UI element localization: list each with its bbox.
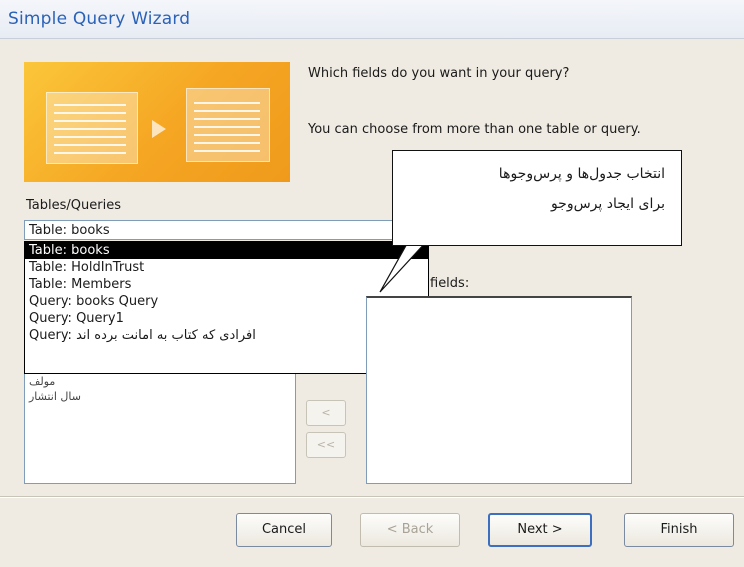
selected-fields-label: fields: xyxy=(430,276,470,291)
remove-one-button[interactable]: < xyxy=(306,400,346,426)
back-button[interactable]: < Back xyxy=(360,513,460,547)
wizard-window: Simple Query Wizard Which fields do you … xyxy=(0,0,744,567)
wizard-hint: You can choose from more than one table … xyxy=(308,122,641,137)
footer-divider xyxy=(0,496,744,498)
title-bar: Simple Query Wizard xyxy=(0,0,744,39)
annotation-callout: انتخاب جدول‌ها و پرس‌وجوها برای ایجاد پر… xyxy=(392,150,682,246)
wizard-banner-image xyxy=(24,62,290,182)
next-button[interactable]: Next > xyxy=(488,513,592,547)
dropdown-option[interactable]: Table: books xyxy=(25,242,428,259)
target-grid-lines xyxy=(194,98,260,152)
available-fields-list[interactable]: مولف سال انتشار xyxy=(24,374,296,484)
callout-line: انتخاب جدول‌ها و پرس‌وجوها xyxy=(498,166,665,182)
list-item[interactable]: مولف xyxy=(25,374,295,389)
cancel-button[interactable]: Cancel xyxy=(236,513,332,547)
selected-fields-list[interactable] xyxy=(366,296,632,484)
window-title: Simple Query Wizard xyxy=(8,9,191,29)
callout-line: برای ایجاد پرس‌وجو xyxy=(550,196,665,212)
dropdown-option[interactable]: Table: HoldInTrust xyxy=(25,259,428,276)
source-grid-lines xyxy=(54,102,126,154)
tables-queries-label: Tables/Queries xyxy=(26,198,121,213)
list-item[interactable]: سال انتشار xyxy=(25,389,295,404)
remove-all-button[interactable]: << xyxy=(306,432,346,458)
callout-pointer xyxy=(379,240,428,293)
wizard-question: Which fields do you want in your query? xyxy=(308,66,570,81)
combobox-value: Table: books xyxy=(29,223,110,238)
finish-button[interactable]: Finish xyxy=(624,513,734,547)
dropdown-option[interactable]: Table: Members xyxy=(25,276,428,293)
arrow-icon xyxy=(152,120,166,138)
tables-queries-combobox[interactable]: Table: books xyxy=(24,220,428,240)
